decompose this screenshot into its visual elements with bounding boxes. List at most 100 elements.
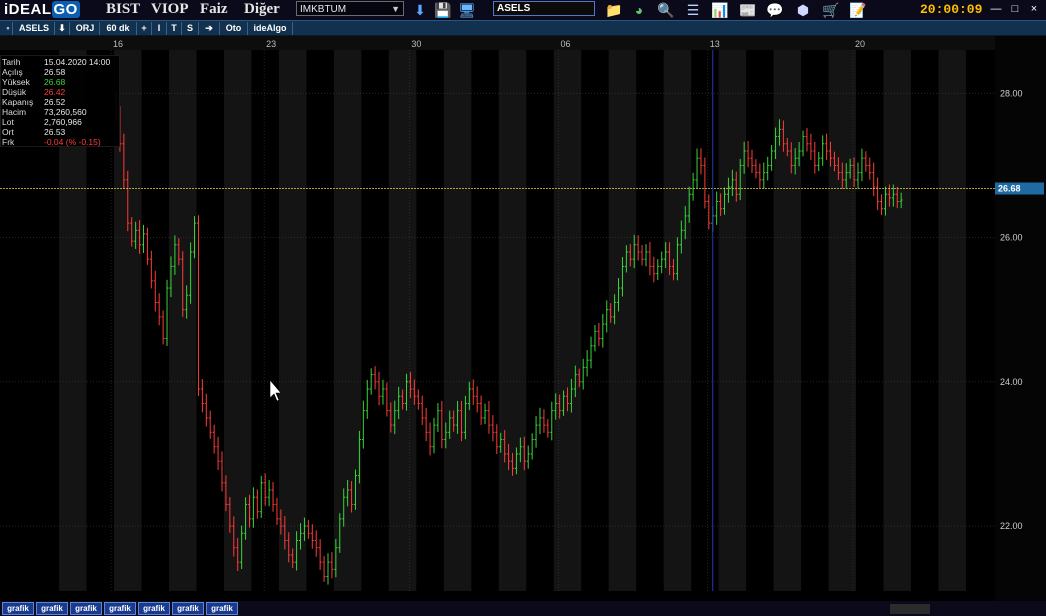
ohlc-bar — [644, 244, 648, 267]
download-icon[interactable]: ⬇ — [411, 1, 429, 19]
ohlc-bar — [691, 172, 695, 201]
maximize-button[interactable]: □ — [1009, 2, 1021, 16]
market-select[interactable]: IMKBTUM ▼ — [296, 1, 404, 16]
day-band — [718, 50, 747, 591]
ohlc-bar — [322, 556, 326, 582]
ohlc-bar — [432, 417, 436, 454]
price-chart[interactable]: 16 23 30 06 13 20 22.00 24.00 26.00 28.00 26.68 — [0, 36, 1046, 601]
bottom-tab-grafik[interactable]: grafik — [36, 602, 68, 615]
ohlc-bar — [220, 451, 224, 492]
ohlc-bar — [636, 235, 640, 261]
bars-icon[interactable]: ☰ — [684, 1, 702, 19]
ohlc-bar — [597, 322, 601, 347]
info-label: Ort — [2, 127, 14, 137]
folder-icon[interactable]: 📁 — [605, 1, 623, 19]
toolbar-idealgo-button[interactable]: ideAlgo — [248, 22, 293, 35]
close-button[interactable]: × — [1028, 2, 1040, 16]
ohlc-bar — [605, 300, 609, 333]
info-value: 26.52 — [44, 97, 66, 107]
info-row: Yüksek 26.68 — [1, 77, 119, 87]
ohlc-bar — [581, 358, 585, 390]
info-value: -0.04 (% -0.15) — [44, 137, 101, 147]
toolbar-oto-button[interactable]: Oto — [220, 22, 248, 35]
save-icon[interactable]: 💾 — [434, 1, 452, 19]
bottom-tab-grafik[interactable]: grafik — [2, 602, 34, 615]
info-label: Kapanış — [2, 97, 34, 107]
ohlc-bar — [770, 144, 774, 171]
day-band — [278, 50, 307, 591]
cart-icon[interactable]: 🛒 — [822, 1, 840, 19]
bottom-tab-grafik[interactable]: grafik — [138, 602, 170, 615]
toolbar-orj-button[interactable]: ORJ — [71, 22, 100, 35]
ohlc-bar — [255, 489, 259, 519]
bottom-tab-grafik[interactable]: grafik — [206, 602, 238, 615]
ohlc-bar — [860, 148, 864, 182]
toolbar-arrow-right-icon[interactable]: ➔ — [199, 22, 220, 35]
ohlc-bar — [856, 162, 860, 189]
ohlc-bar — [479, 395, 483, 425]
toolbar-i-button[interactable]: I — [152, 22, 167, 35]
ohlc-bar — [585, 350, 589, 377]
ohlc-bar — [660, 251, 664, 274]
toolbar-period-button[interactable]: 60 dk — [100, 22, 137, 35]
ohlc-bar — [377, 371, 381, 406]
ohlc-bar — [365, 379, 369, 419]
info-value: 26.53 — [44, 127, 66, 137]
ohlc-bar — [809, 133, 813, 161]
info-label: Lot — [2, 117, 14, 127]
ohlc-bar — [165, 279, 169, 346]
day-band — [553, 50, 582, 591]
info-row: Hacim 73,260,560 — [1, 107, 119, 117]
bottom-tab-grafik[interactable]: grafik — [70, 602, 102, 615]
toolbar-arrow-down-icon[interactable]: ⬇ — [55, 22, 70, 35]
menu-bist[interactable]: BIST — [106, 1, 140, 18]
info-value: 26.58 — [44, 67, 66, 77]
monitor-icon[interactable]: 🖥 — [458, 1, 476, 19]
bottom-tab-grafik[interactable]: grafik — [172, 602, 204, 615]
ohlc-bar — [526, 445, 530, 469]
ohlc-bar — [381, 379, 385, 405]
minimize-button[interactable]: — — [990, 2, 1002, 16]
chat-icon[interactable]: 💬 — [766, 1, 784, 19]
price-chart-icon[interactable]: 📊 — [711, 1, 729, 19]
horizontal-scrollbar[interactable] — [890, 604, 930, 614]
info-row: Tarih 15.04.2020 14:00 — [1, 57, 119, 67]
toolbar-plus-button[interactable]: + — [137, 22, 152, 35]
ohlc-bar — [825, 133, 829, 161]
ohlc-bar — [216, 436, 220, 471]
notes-icon[interactable]: 📝 — [849, 1, 867, 19]
y-tick-label: 28.00 — [1000, 88, 1023, 98]
day-band — [608, 50, 637, 591]
ohlc-bar — [440, 400, 444, 449]
ohlc-bar — [420, 395, 424, 425]
toolbar-symbol[interactable]: ASELS — [14, 22, 55, 35]
ohlc-bar — [153, 270, 157, 312]
ohlc-bar — [652, 256, 656, 283]
ohlc-bar — [310, 524, 314, 549]
menu-faiz[interactable]: Faiz — [200, 1, 228, 18]
ohlc-bar — [589, 336, 593, 369]
ohlc-bar — [640, 245, 644, 266]
ohlc-bar — [872, 162, 876, 196]
package-icon[interactable]: ⬢ — [794, 1, 812, 19]
info-row: Lot 2,760,966 — [1, 117, 119, 127]
info-value: 26.42 — [44, 87, 66, 97]
symbol-search-input[interactable] — [493, 1, 595, 16]
ohlc-bar — [196, 215, 200, 397]
ohlc-bar — [801, 130, 805, 157]
bottom-tab-grafik[interactable]: grafik — [104, 602, 136, 615]
toolbar-s-button[interactable]: S — [182, 22, 199, 35]
ohlc-bar — [271, 481, 275, 512]
menu-diger[interactable]: Diğer — [244, 1, 280, 18]
chart-area[interactable]: 16 23 30 06 13 20 22.00 24.00 26.00 28.00 26.68 … — [0, 36, 1046, 601]
pie-chart-icon[interactable]: ◕ — [630, 1, 648, 19]
toolbar-t-button[interactable]: T — [167, 22, 182, 35]
ohlc-bar — [141, 224, 145, 253]
day-band — [388, 50, 417, 591]
ohlc-bar — [546, 419, 550, 438]
menu-viop[interactable]: VIOP — [151, 1, 189, 18]
y-tick-label: 24.00 — [1000, 377, 1023, 387]
ohlc-bar — [813, 141, 817, 174]
magnifier-icon[interactable]: 🔍 — [657, 1, 675, 19]
news-icon[interactable]: 📰 — [739, 1, 757, 19]
